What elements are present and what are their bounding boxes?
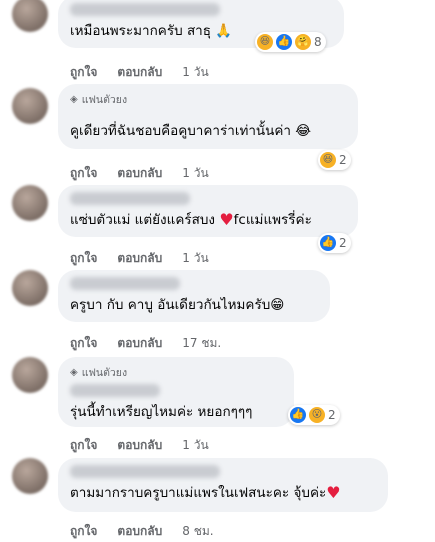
reaction-count: 2: [339, 236, 347, 250]
comment-bubble: ตามมากราบครูบาแม่แพรในเฟสนะคะ จุ้บค่ะ♥: [58, 458, 388, 512]
like-button[interactable]: ถูกใจ: [70, 522, 97, 541]
comment-bubble: ◈ แฟนตัวยง รุ่นนี้ทำเหรียญไหมค่ะ หยอกๆๆๆ: [58, 357, 294, 427]
comment-actions: ถูกใจ ตอบกลับ 1 วัน: [70, 164, 229, 183]
heart-emoji-icon: ♥: [219, 210, 234, 229]
timestamp[interactable]: 1 วัน: [182, 436, 208, 455]
timestamp[interactable]: 8 ชม.: [182, 522, 213, 541]
timestamp[interactable]: 17 ชม.: [182, 334, 221, 353]
diamond-icon: ◈: [70, 94, 78, 105]
comment-text: คูเดียวที่ฉันชอบคือคูบาคาร่าเท่านั้นค่า …: [70, 123, 312, 139]
avatar[interactable]: [12, 458, 48, 494]
like-reaction-icon: 👍: [276, 34, 292, 50]
comment-text: ตามมากราบครูบาแม่แพรในเฟสนะคะ จุ้บค่ะ♥: [70, 484, 376, 502]
avatar[interactable]: [12, 88, 48, 124]
comment-actions: ถูกใจ ตอบกลับ 1 วัน: [70, 249, 229, 268]
commenter-name-blurred[interactable]: [70, 3, 220, 16]
like-button[interactable]: ถูกใจ: [70, 436, 97, 455]
comment-actions: ถูกใจ ตอบกลับ 1 วัน: [70, 436, 229, 455]
commenter-name-blurred[interactable]: [70, 277, 180, 290]
timestamp[interactable]: 1 วัน: [182, 164, 208, 183]
fan-badge-label: แฟนตัวยง: [81, 367, 128, 379]
reaction-count: 2: [339, 153, 347, 167]
reactions-summary[interactable]: 😆 👍 🤗 8: [255, 32, 326, 52]
timestamp[interactable]: 1 วัน: [182, 63, 208, 82]
avatar[interactable]: [12, 185, 48, 221]
reply-button[interactable]: ตอบกลับ: [117, 436, 162, 455]
comment-actions: ถูกใจ ตอบกลับ 17 ชม.: [70, 334, 241, 353]
commenter-name-blurred[interactable]: [70, 384, 160, 397]
comment-text: แซ่บตัวแม่ แต่ยังแคร์สบง ♥fcแม่แพรรี่ค่ะ: [70, 211, 346, 229]
timestamp[interactable]: 1 วัน: [182, 249, 208, 268]
like-button[interactable]: ถูกใจ: [70, 63, 97, 82]
fan-badge-label: แฟนตัวยง: [81, 94, 128, 106]
comment-text-main: ตามมากราบครูบาแม่แพรในเฟสนะคะ จุ้บค่ะ: [70, 485, 327, 501]
avatar[interactable]: [12, 270, 48, 306]
comment-bubble: ◈ แฟนตัวยง คูเดียวที่ฉันชอบคือคูบาคาร่าเ…: [58, 84, 358, 149]
diamond-icon: ◈: [70, 367, 78, 378]
like-button[interactable]: ถูกใจ: [70, 249, 97, 268]
care-reaction-icon: 🤗: [295, 34, 311, 50]
commenter-name-blurred[interactable]: [70, 192, 190, 205]
reply-button[interactable]: ตอบกลับ: [117, 334, 162, 353]
avatar[interactable]: [12, 357, 48, 393]
reply-button[interactable]: ตอบกลับ: [117, 522, 162, 541]
comment-bubble: ครูบา กับ คาบู อันเดียวกันไหมครับ😁: [58, 270, 330, 322]
reply-button[interactable]: ตอบกลับ: [117, 249, 162, 268]
avatar[interactable]: [12, 0, 48, 32]
comment-text: ครูบา กับ คาบู อันเดียวกันไหมครับ😁: [70, 297, 285, 313]
comment-text: รุ่นนี้ทำเหรียญไหมค่ะ หยอกๆๆๆ: [70, 404, 253, 420]
haha-reaction-icon: 😆: [320, 152, 336, 168]
haha-reaction-icon: 😆: [257, 34, 273, 50]
reply-button[interactable]: ตอบกลับ: [117, 63, 162, 82]
comment-text-suffix: fcแม่แพรรี่ค่ะ: [233, 212, 312, 228]
reactions-summary[interactable]: 😆 2: [318, 150, 351, 170]
comment-actions: ถูกใจ ตอบกลับ 8 ชม.: [70, 522, 234, 541]
like-button[interactable]: ถูกใจ: [70, 164, 97, 183]
comment-bubble: แซ่บตัวแม่ แต่ยังแคร์สบง ♥fcแม่แพรรี่ค่ะ: [58, 185, 358, 237]
comment-text-main: แซ่บตัวแม่ แต่ยังแคร์สบง: [70, 212, 216, 228]
reaction-count: 8: [314, 35, 322, 49]
commenter-name-blurred[interactable]: [70, 465, 220, 478]
fan-badge: ◈ แฟนตัวยง: [70, 364, 282, 381]
fan-badge: ◈ แฟนตัวยง: [70, 91, 346, 108]
like-reaction-icon: 👍: [290, 407, 306, 423]
reactions-summary[interactable]: 👍 😮 2: [288, 405, 340, 425]
wow-reaction-icon: 😮: [309, 407, 325, 423]
reaction-count: 2: [328, 408, 336, 422]
comment-actions: ถูกใจ ตอบกลับ 1 วัน: [70, 63, 229, 82]
reactions-summary[interactable]: 👍 2: [318, 233, 351, 253]
heart-emoji-icon: ♥: [326, 483, 341, 502]
reply-button[interactable]: ตอบกลับ: [117, 164, 162, 183]
like-button[interactable]: ถูกใจ: [70, 334, 97, 353]
like-reaction-icon: 👍: [320, 235, 336, 251]
